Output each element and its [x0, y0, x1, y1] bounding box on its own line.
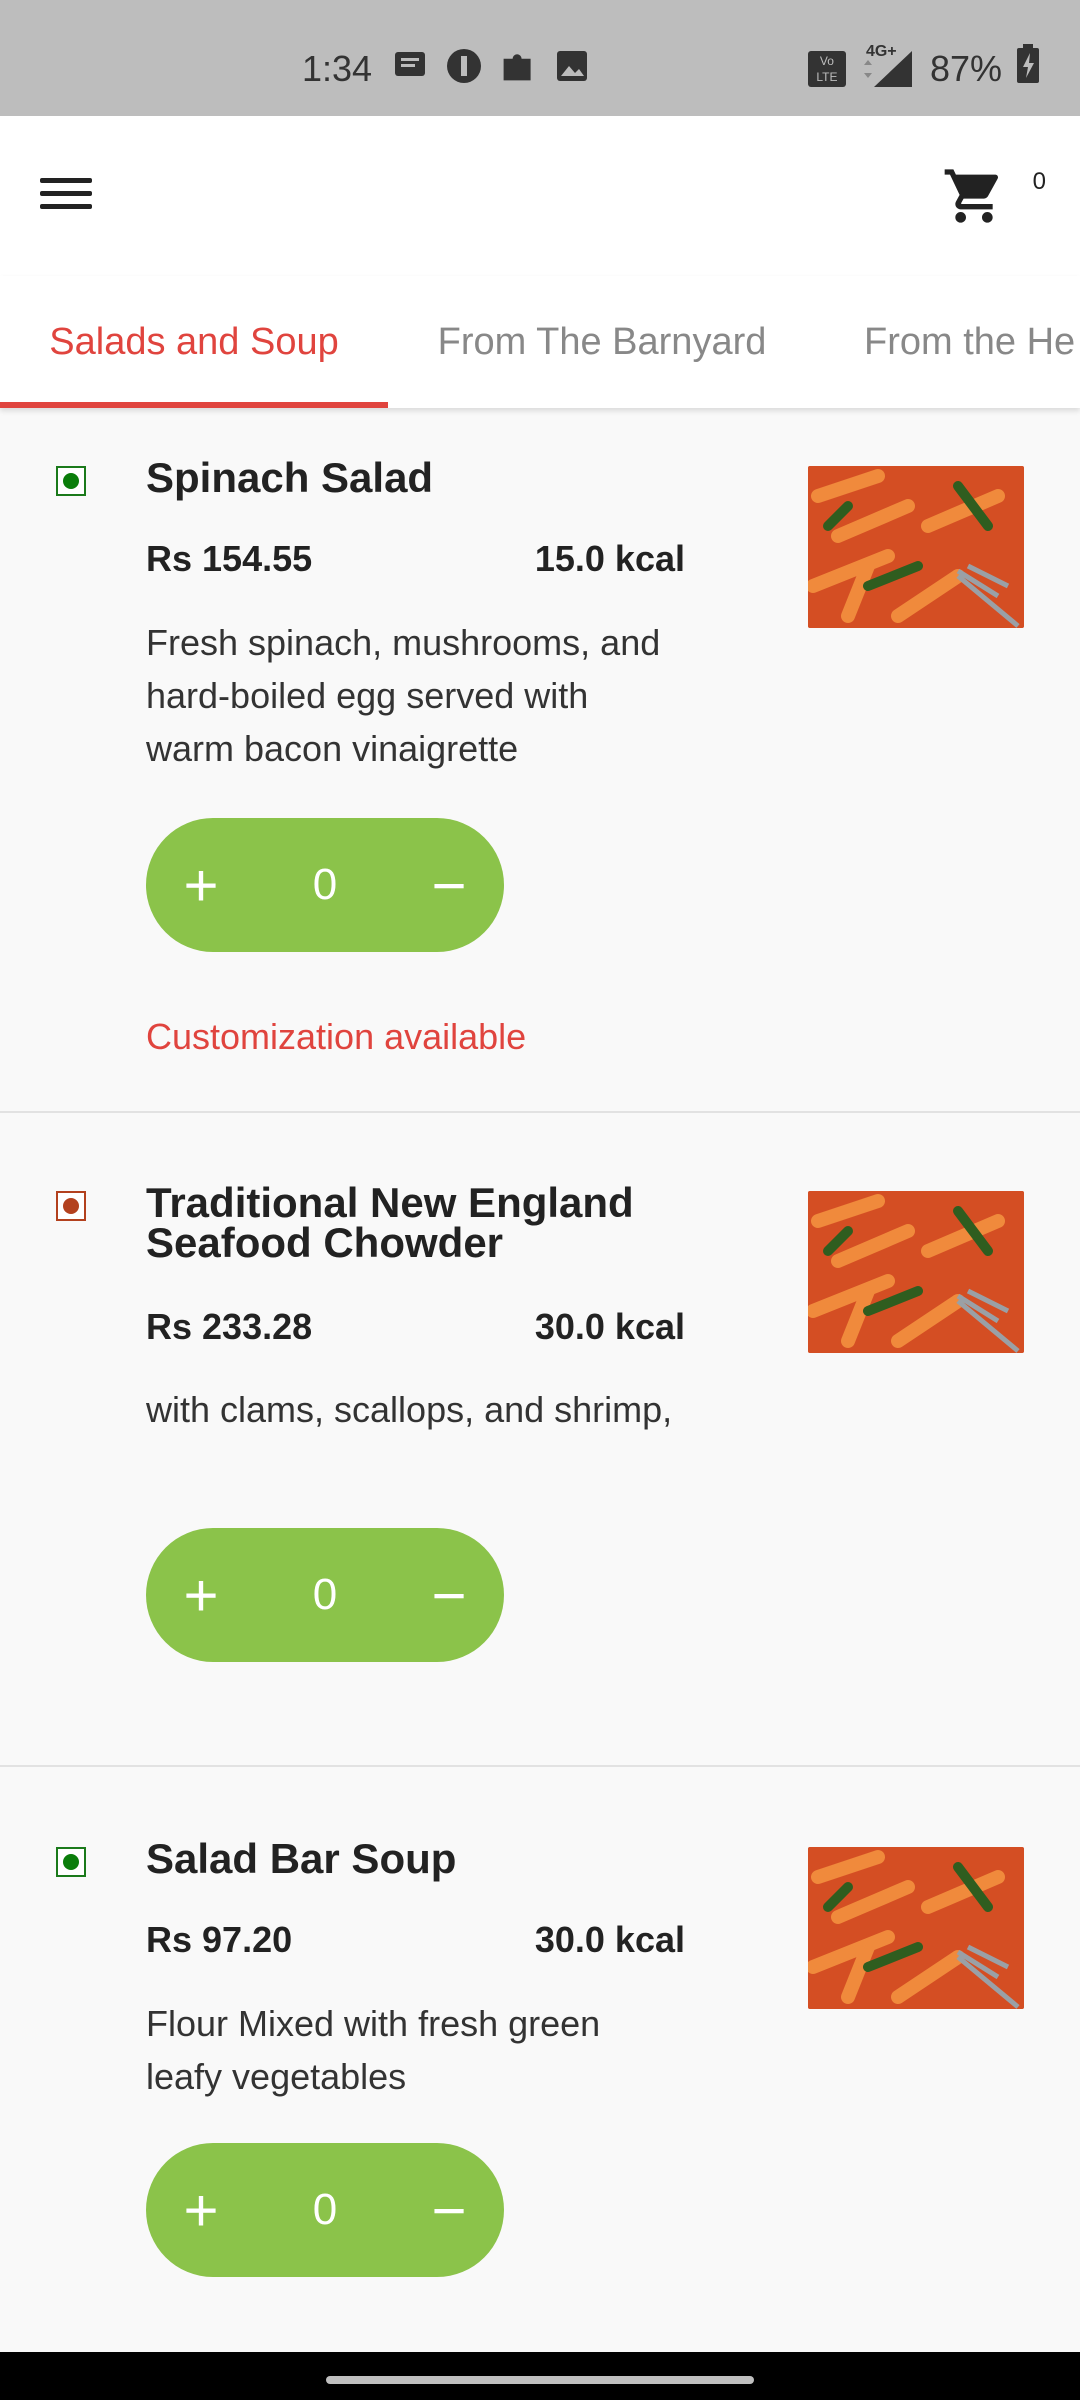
tab-salads-and-soup[interactable]: Salads and Soup	[0, 276, 388, 408]
item-name: Spinach Salad	[146, 454, 434, 501]
system-navigation-bar	[0, 2352, 1080, 2400]
item-description: with clams, scallops, and shrimp,	[146, 1389, 673, 1430]
category-tabs: Salads and Soup From The Barnyard From t…	[0, 276, 1080, 408]
tab-from-the-barnyard[interactable]: From The Barnyard	[388, 276, 816, 408]
item-name: Salad Bar Soup	[146, 1835, 457, 1882]
tab-from-the-he[interactable]: From the He	[816, 276, 1080, 408]
customization-link[interactable]: Customization available	[146, 1016, 526, 1058]
cart-count-badge: 0	[1032, 168, 1046, 195]
item-price: Rs 97.20	[146, 1919, 293, 1960]
battery-percent: 87%	[929, 47, 1002, 89]
menu-item-card: Salad Bar Soup Rs 97.20 30.0 kcal Flour …	[0, 1767, 1080, 2352]
cart-icon	[944, 169, 999, 223]
increase-quantity-button[interactable]: +	[146, 2143, 256, 2277]
increase-quantity-button[interactable]: +	[146, 1528, 256, 1662]
item-kcal: 15.0 kcal	[534, 538, 685, 579]
status-right: Vo LTE 4G+ 87%	[807, 43, 1040, 93]
item-price: Rs 154.55	[146, 538, 313, 579]
menu-item-card: Traditional New England Seafood Chowder …	[0, 1113, 1080, 1765]
home-gesture-handle[interactable]	[326, 2376, 754, 2384]
menu-icon[interactable]	[40, 170, 120, 230]
item-kcal: 30.0 kcal	[534, 1306, 685, 1347]
decrease-quantity-button[interactable]: −	[394, 2143, 504, 2277]
decrease-quantity-button[interactable]: −	[394, 1528, 504, 1662]
puzzle-icon	[500, 48, 536, 84]
quantity-stepper: + 0 −	[146, 818, 504, 952]
image-icon	[554, 48, 590, 84]
quantity-value: 0	[312, 2185, 338, 2234]
signal-icon: 4G+	[860, 43, 916, 89]
item-price: Rs 233.28	[146, 1306, 313, 1347]
item-kcal: 30.0 kcal	[534, 1919, 685, 1960]
increase-quantity-button[interactable]: +	[146, 818, 256, 952]
quantity-stepper: + 0 −	[146, 1528, 504, 1662]
battery-icon	[1016, 44, 1040, 93]
menu-item-card: Spinach Salad Rs 154.55 15.0 kcal Fresh …	[0, 408, 1080, 1112]
item-description: Flour Mixed with fresh green leafy veget…	[146, 2003, 601, 2097]
quantity-stepper: + 0 −	[146, 2143, 504, 2277]
quantity-value: 0	[312, 860, 338, 909]
volte-icon: Vo LTE	[807, 50, 846, 87]
veg-indicator-icon	[56, 466, 86, 496]
status-time: 1:34	[302, 48, 373, 89]
message-icon	[392, 48, 428, 84]
item-description: Fresh spinach, mushrooms, and hard-boile…	[146, 622, 661, 769]
quantity-value: 0	[312, 1570, 338, 1619]
decrease-quantity-button[interactable]: −	[394, 818, 504, 952]
veg-indicator-icon	[56, 1847, 86, 1877]
nonveg-indicator-icon	[56, 1191, 86, 1221]
status-bar: 1:34 Vo LTE 4G+ 87%	[0, 0, 1080, 116]
food-image[interactable]	[808, 466, 1024, 628]
half-circle-app-icon	[446, 48, 482, 84]
food-image[interactable]	[808, 1847, 1024, 2009]
item-name: Traditional New England Seafood Chowder	[146, 1179, 634, 1266]
food-image[interactable]	[808, 1191, 1024, 1353]
cart-button[interactable]	[942, 164, 1020, 242]
app-bar: 0	[0, 116, 1080, 276]
notification-icons	[392, 48, 590, 84]
